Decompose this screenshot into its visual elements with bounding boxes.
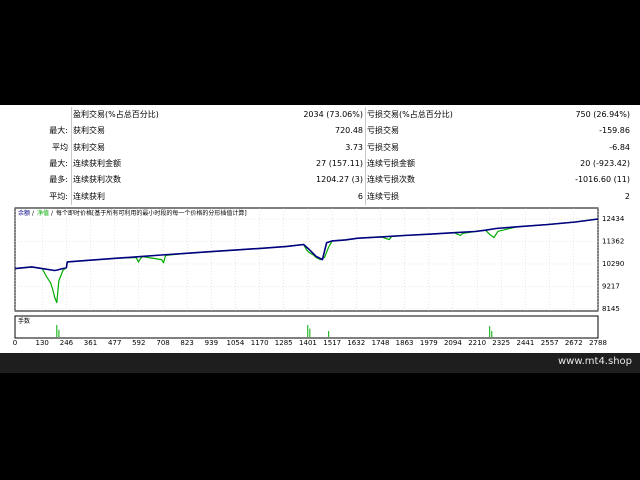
stats-row-label: 平均:	[49, 191, 68, 201]
x-tick-label: 708	[156, 339, 169, 347]
stats-row-name: 盈利交易(%占总百分比)	[71, 107, 173, 124]
x-tick-label: 2094	[444, 339, 462, 347]
x-tick-label: 2557	[541, 339, 559, 347]
stats-row-value2: -159.86	[599, 126, 630, 136]
x-tick-label: 1632	[347, 339, 365, 347]
stats-row-label: 平均	[52, 142, 68, 152]
stats-row: 盈利交易(%占总百分比) 2034 (73.06%) 亏损交易(%占总百分比) …	[8, 107, 632, 124]
balance-chart: 余额 / 净值 / 每个即时价格[基于所有可利用的最小时段的每一个价格的分形插值…	[0, 204, 640, 355]
x-tick-label: 2672	[565, 339, 583, 347]
stats-row: 最大: 获利交易 720.48 亏损交易 -159.86	[8, 123, 632, 140]
stats-row-name2: 亏损交易(%占总百分比)	[365, 107, 487, 124]
x-tick-label: 1170	[251, 339, 269, 347]
stats-row-name: 连续获利次数	[71, 172, 173, 189]
stats-row-label: 最大:	[49, 159, 68, 169]
x-axis-ticks: 0 130 246 361 477 592 708 823 939 1054 1170 1285 140…	[13, 339, 607, 347]
stats-row-label	[8, 107, 72, 123]
stats-row-value2: -1016.60 (11)	[575, 175, 630, 185]
x-tick-label: 477	[108, 339, 121, 347]
stats-row-name: 连续获利金额	[71, 155, 173, 173]
y-tick-label: 11362	[602, 237, 624, 245]
stats-row-value: 2034 (73.06%)	[303, 110, 363, 120]
x-tick-label: 939	[205, 339, 218, 347]
stats-row-name2: 连续亏损次数	[365, 172, 487, 189]
stats-row-name: 连续获利	[71, 188, 173, 205]
legend-description: 每个即时价格[基于所有可利用的最小时段的每一个价格的分形插值计算]	[56, 209, 247, 217]
x-tick-label: 592	[132, 339, 145, 347]
volume-panel-label: 手数	[18, 317, 30, 325]
stats-row-name2: 连续亏损	[365, 188, 487, 205]
statistics-table: 盈利交易(%占总百分比) 2034 (73.06%) 亏损交易(%占总百分比) …	[8, 107, 632, 205]
x-tick-label: 2441	[517, 339, 535, 347]
x-tick-label: 130	[35, 339, 48, 347]
stats-row-value2: -6.84	[609, 142, 630, 152]
stats-row-name2: 亏损交易	[365, 123, 487, 140]
volume-panel-frame	[14, 315, 599, 339]
stats-row-name: 获利交易	[71, 139, 173, 156]
legend-balance-label: 余额	[18, 209, 30, 217]
site-watermark: www.mt4.shop	[557, 356, 632, 367]
stats-row-value2: 20 (-923.42)	[580, 159, 630, 169]
x-tick-label: 246	[60, 339, 74, 347]
x-tick-label: 2210	[468, 339, 486, 347]
stats-row-value: 1204.27 (3)	[316, 175, 363, 185]
stats-row-value2: 750 (26.94%)	[575, 110, 630, 120]
x-tick-label: 1401	[299, 339, 317, 347]
stats-row: 平均: 连续获利 6 连续亏损 2	[8, 188, 632, 205]
x-tick-label: 1979	[420, 339, 438, 347]
stats-row-value: 6	[357, 191, 363, 201]
x-tick-label: 0	[13, 339, 17, 347]
chart-legend: 余额 / 净值 / 每个即时价格[基于所有可利用的最小时段的每一个价格的分形插值…	[18, 209, 247, 217]
y-tick-label: 12434	[602, 215, 625, 223]
bottom-black-bar	[0, 373, 640, 480]
y-tick-label: 9217	[602, 283, 620, 291]
x-tick-label: 1748	[372, 339, 390, 347]
x-tick-label: 1517	[323, 339, 341, 347]
x-tick-label: 2325	[492, 339, 510, 347]
top-black-bar	[0, 0, 640, 105]
stats-row: 平均 获利交易 3.73 亏损交易 -6.84	[8, 139, 632, 156]
stats-row: 最多: 连续获利次数 1204.27 (3) 连续亏损次数 -1016.60 (…	[8, 172, 632, 189]
stats-row-name: 获利交易	[71, 123, 173, 140]
footer-bar: www.mt4.shop	[0, 353, 640, 373]
stats-row-value: 720.48	[335, 126, 363, 136]
stats-row: 最大: 连续获利金额 27 (157.11) 连续亏损金额 20 (-923.4…	[8, 155, 632, 173]
stats-row-value: 3.73	[345, 142, 363, 152]
stats-row-value2: 2	[624, 191, 630, 201]
stats-row-value: 27 (157.11)	[316, 159, 363, 169]
x-tick-label: 1285	[275, 339, 293, 347]
stats-row-label: 最多:	[49, 175, 68, 185]
x-tick-label: 1054	[226, 339, 244, 347]
stats-row-name2: 连续亏损金额	[365, 155, 487, 173]
chart-canvas: 余额 / 净值 / 每个即时价格[基于所有可利用的最小时段的每一个价格的分形插值…	[13, 207, 625, 347]
legend-equity-label: 净值	[37, 209, 49, 217]
x-tick-label: 823	[180, 339, 193, 347]
stats-row-label: 最大:	[49, 126, 68, 136]
y-axis-ticks: 12434 11362 10290 9217 8145	[602, 215, 625, 313]
y-tick-label: 10290	[602, 260, 624, 268]
x-tick-label: 2788	[589, 339, 607, 347]
stats-row-name2: 亏损交易	[365, 139, 487, 156]
x-tick-label: 361	[84, 339, 97, 347]
x-tick-label: 1863	[396, 339, 414, 347]
y-tick-label: 8145	[602, 305, 620, 313]
report-panel: 盈利交易(%占总百分比) 2034 (73.06%) 亏损交易(%占总百分比) …	[0, 105, 640, 355]
